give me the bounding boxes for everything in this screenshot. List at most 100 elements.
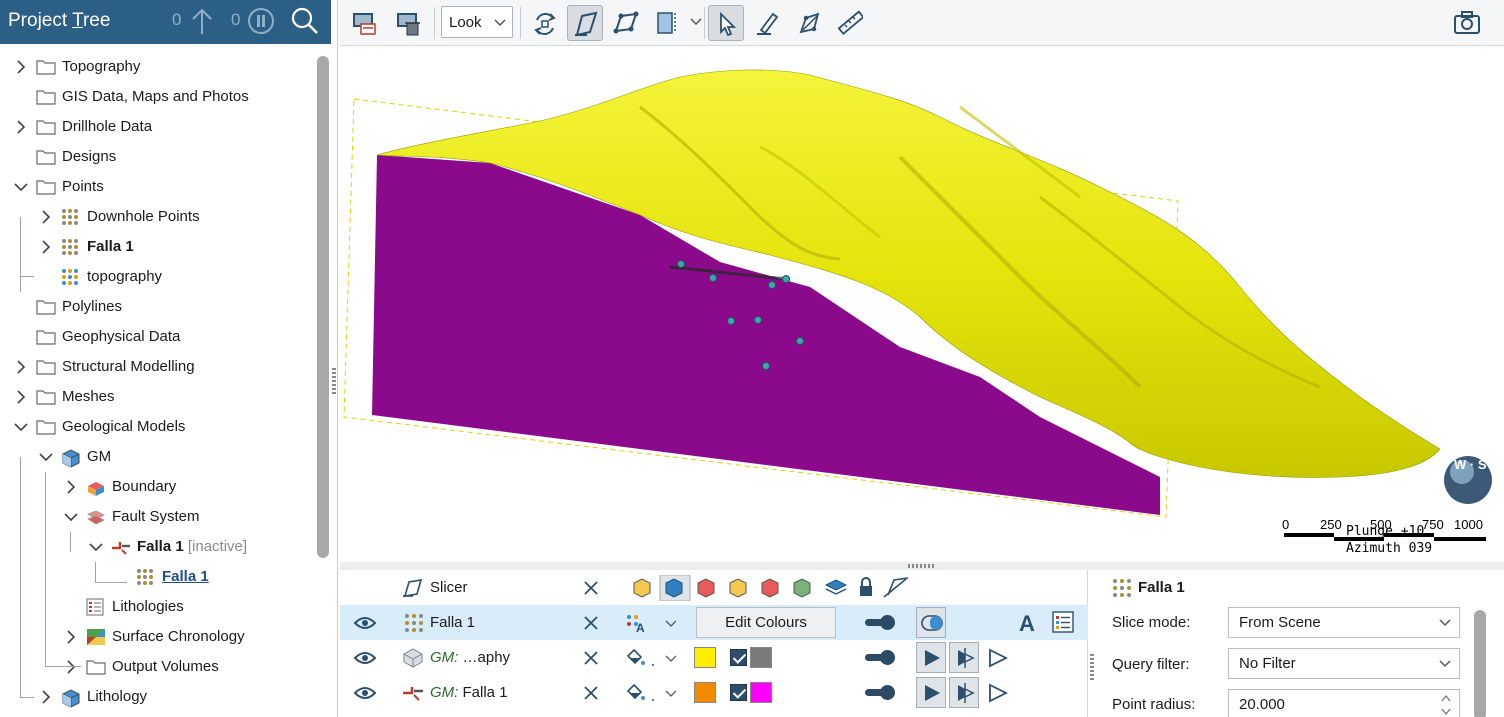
view-box-icon[interactable] <box>650 5 686 41</box>
rotate-icon[interactable] <box>526 5 562 41</box>
upload-arrow-icon[interactable] <box>190 6 214 40</box>
panel-splitter[interactable] <box>332 368 336 394</box>
back-colour-checkbox[interactable] <box>730 649 747 666</box>
back-colour-checkbox[interactable] <box>730 684 747 701</box>
tree-item[interactable]: Designs <box>0 142 314 172</box>
visibility-toggle[interactable] <box>865 685 895 700</box>
front-colour-swatch[interactable] <box>694 647 716 668</box>
tree-item[interactable]: Meshes <box>0 382 314 412</box>
chevron-right-icon[interactable] <box>39 210 53 224</box>
back-colour-swatch[interactable] <box>750 647 772 668</box>
legend-icon[interactable] <box>1052 611 1074 633</box>
visibility-toggle[interactable] <box>865 615 895 630</box>
save-scene-icon[interactable] <box>346 5 382 41</box>
slicer-icon[interactable] <box>567 5 603 41</box>
tree-item[interactable]: Downhole Points <box>0 202 314 232</box>
tree-item[interactable]: Points <box>0 172 314 202</box>
tree-item[interactable]: Structural Modelling <box>0 352 314 382</box>
chevron-right-icon[interactable] <box>64 480 78 494</box>
azimuth-readout: Azimuth 039 <box>1346 541 1433 556</box>
tree-item[interactable]: Fault System <box>0 502 314 532</box>
screenshot-icon[interactable] <box>1448 5 1484 41</box>
visibility-toggle[interactable] <box>865 650 895 665</box>
draw-polyline-icon[interactable] <box>792 5 828 41</box>
tree-item[interactable]: Topography <box>0 52 314 82</box>
tree-item[interactable]: Boundary <box>0 472 314 502</box>
tree-item[interactable]: Falla 1 [inactive] <box>0 532 314 562</box>
chevron-down-icon[interactable] <box>89 540 103 554</box>
show-in-slice-button[interactable] <box>916 677 946 708</box>
query-filter-select[interactable]: No Filter <box>1228 648 1460 679</box>
tree-item[interactable]: Surface Chronology <box>0 622 314 652</box>
tree-item[interactable]: Geological Models <box>0 412 314 442</box>
paint-bucket-dropdown[interactable] <box>626 683 676 703</box>
chevron-down-icon[interactable] <box>64 510 78 524</box>
chevron-right-icon[interactable] <box>14 60 28 74</box>
tree-item[interactable]: Output Volumes <box>0 652 314 682</box>
show-half-button[interactable] <box>949 642 979 673</box>
shape-row-gm-falla-1[interactable]: GM: Falla 1 <box>340 675 1088 710</box>
search-icon[interactable] <box>290 6 320 40</box>
chevron-right-icon[interactable] <box>64 630 78 644</box>
scene-splitter-grip[interactable] <box>908 564 936 568</box>
scene-view[interactable]: Plunge +10 Azimuth 039 W · S <box>340 47 1504 562</box>
point-shape-button[interactable] <box>916 607 946 638</box>
spin-arrows-icon[interactable] <box>1441 693 1451 717</box>
point-radius-spinbox[interactable]: 20.000 <box>1228 689 1460 717</box>
tree-scrollbar[interactable] <box>317 56 329 558</box>
close-icon[interactable] <box>583 650 599 666</box>
show-outline-icon[interactable] <box>988 648 1008 668</box>
draw-line-icon[interactable] <box>750 5 786 41</box>
properties-scrollbar[interactable] <box>1474 610 1486 717</box>
chevron-down-icon[interactable] <box>39 450 53 464</box>
chevron-down-icon[interactable] <box>14 420 28 434</box>
label-icon[interactable]: A <box>1018 611 1040 633</box>
show-half-button[interactable] <box>949 677 979 708</box>
slice-mode-icons[interactable] <box>630 575 920 601</box>
show-in-slice-button[interactable] <box>916 642 946 673</box>
close-icon[interactable] <box>583 615 599 631</box>
tree-item[interactable]: Drillhole Data <box>0 112 314 142</box>
folder-icon <box>36 88 56 106</box>
chevron-right-icon[interactable] <box>14 360 28 374</box>
tree-item[interactable]: GM <box>0 442 314 472</box>
slice-mode-select[interactable]: From Scene <box>1228 607 1460 638</box>
tree-item[interactable]: Lithology <box>0 682 314 712</box>
pause-icon[interactable] <box>246 6 276 40</box>
back-colour-swatch[interactable] <box>750 682 772 703</box>
tree-item[interactable]: GIS Data, Maps and Photos <box>0 82 314 112</box>
tree-item[interactable]: topography <box>0 262 314 292</box>
draw-plane-icon[interactable] <box>608 5 644 41</box>
shape-row-slicer[interactable]: Slicer <box>340 570 1088 605</box>
eye-icon[interactable] <box>354 686 376 700</box>
tree-item[interactable]: Falla 1 <box>0 562 314 592</box>
properties-splitter[interactable] <box>1090 654 1094 680</box>
show-outline-icon[interactable] <box>988 683 1008 703</box>
chevron-right-icon[interactable] <box>39 690 53 704</box>
view-box-chevron-icon[interactable] <box>690 18 702 26</box>
chevron-right-icon[interactable] <box>64 660 78 674</box>
colouring-dropdown[interactable]: A <box>626 613 676 633</box>
chevron-down-icon[interactable] <box>14 180 28 194</box>
tree-item[interactable]: Falla 1 <box>0 232 314 262</box>
close-icon[interactable] <box>583 580 599 596</box>
paint-bucket-dropdown[interactable] <box>626 648 676 668</box>
shape-row-gm-topography[interactable]: GM: …aphy <box>340 640 1088 675</box>
chevron-right-icon[interactable] <box>14 390 28 404</box>
eye-icon[interactable] <box>354 651 376 665</box>
eye-icon[interactable] <box>354 616 376 630</box>
select-icon[interactable] <box>708 5 744 41</box>
look-dropdown[interactable]: Look <box>441 6 513 38</box>
chevron-right-icon[interactable] <box>39 240 53 254</box>
delete-scene-icon[interactable] <box>390 5 426 41</box>
chevron-right-icon[interactable] <box>14 120 28 134</box>
tree-item[interactable]: Lithologies <box>0 592 314 622</box>
tree-item[interactable]: Polylines <box>0 292 314 322</box>
shape-row-falla-1[interactable]: Falla 1 A Edit Colours A <box>340 605 1088 640</box>
tree-item[interactable]: Geophysical Data <box>0 322 314 352</box>
front-colour-swatch[interactable] <box>694 682 716 703</box>
close-icon[interactable] <box>583 685 599 701</box>
scene-canvas[interactable] <box>340 47 1504 562</box>
ruler-icon[interactable] <box>832 5 868 41</box>
edit-colours-button[interactable]: Edit Colours <box>696 607 836 638</box>
